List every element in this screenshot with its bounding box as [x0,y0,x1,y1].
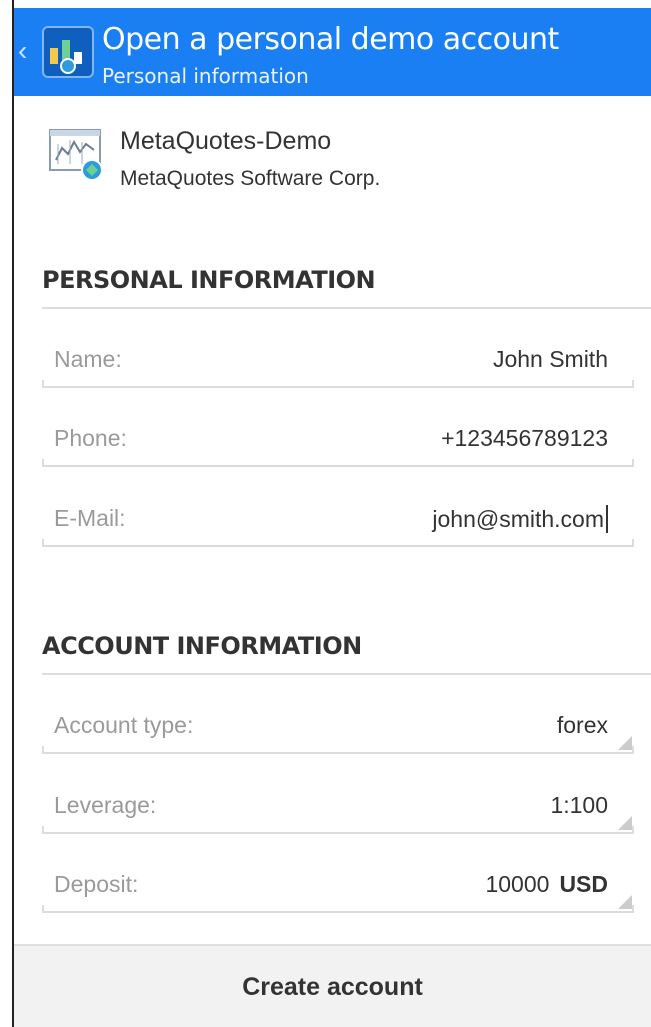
leverage-label: Leverage: [54,792,157,818]
section-divider [42,307,651,309]
deposit-currency: USD [559,871,608,897]
dropdown-corner-icon [618,816,632,830]
email-input[interactable]: john@smith.com [432,505,608,533]
field-underline [42,905,634,913]
field-underline [42,539,634,547]
text-cursor [606,505,608,533]
page-subtitle: Personal information [102,64,309,88]
email-label: E-Mail: [54,505,126,531]
deposit-value: 10000 USD [485,871,608,898]
action-bar: ‹ Open a personal demo account Personal … [14,8,651,96]
dropdown-corner-icon [618,895,632,909]
bottom-bar: Create account [14,944,651,1027]
phone-field[interactable]: Phone: +123456789123 [42,411,634,467]
field-underline [42,826,634,834]
window-edge [12,0,14,1027]
section-title-personal: PERSONAL INFORMATION [42,266,376,294]
server-name: MetaQuotes-Demo [120,127,332,155]
account-type-select[interactable]: Account type: forex [42,698,634,754]
name-label: Name: [54,346,122,372]
section-title-account: ACCOUNT INFORMATION [42,632,362,660]
deposit-label: Deposit: [54,871,139,897]
field-underline [42,746,634,754]
deposit-amount: 10000 [485,871,550,897]
field-underline [42,380,634,388]
leverage-value: 1:100 [550,792,608,818]
chevron-left-icon[interactable]: ‹ [18,36,36,66]
account-type-value: forex [556,712,608,738]
field-underline [42,459,634,467]
section-divider [42,673,651,675]
name-input[interactable]: John Smith [493,346,608,373]
app-screen: ‹ Open a personal demo account Personal … [0,0,651,1027]
page-title: Open a personal demo account [102,22,559,57]
leverage-select[interactable]: Leverage: 1:100 [42,778,634,834]
deposit-select[interactable]: Deposit: 10000 USD [42,857,634,913]
email-value: john@smith.com [432,506,604,532]
server-chart-icon [48,126,106,184]
create-account-button[interactable]: Create account [14,946,651,1027]
email-field[interactable]: E-Mail: john@smith.com [42,491,634,547]
phone-label: Phone: [54,425,127,451]
server-company: MetaQuotes Software Corp. [120,167,381,190]
name-field[interactable]: Name: John Smith [42,332,634,388]
metatrader-app-icon[interactable] [42,26,94,78]
account-type-label: Account type: [54,712,194,738]
phone-input[interactable]: +123456789123 [441,425,608,452]
dropdown-corner-icon [618,736,632,750]
